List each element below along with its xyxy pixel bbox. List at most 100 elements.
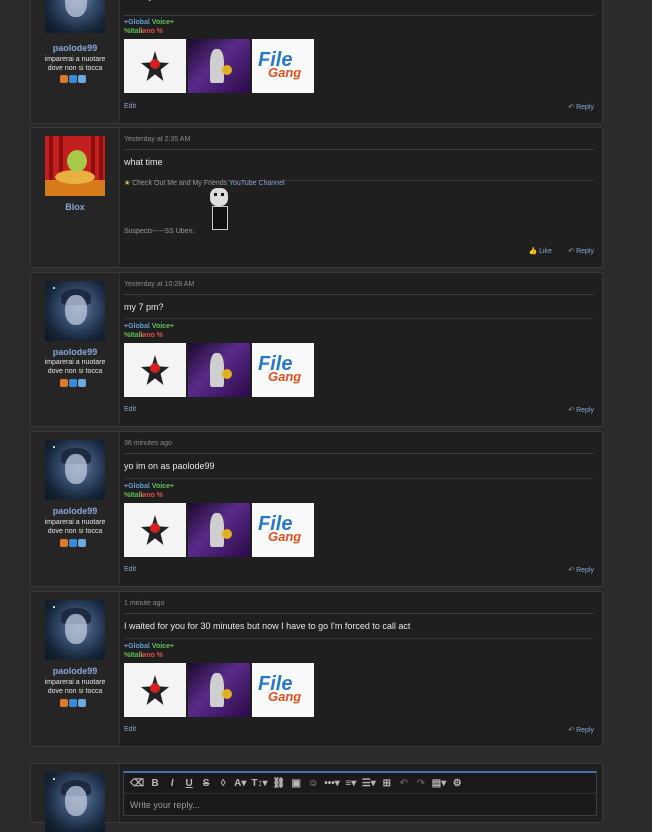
edit-button[interactable]: Edit <box>124 406 136 413</box>
avatar[interactable] <box>45 0 105 33</box>
divider <box>124 15 594 16</box>
color-icon[interactable]: ◊ <box>217 778 229 789</box>
editor-toolbar: ⌫ B I U S ◊ A▾ T↕▾ ⛓ ▣ ☺ •••▾ ≡▾ ☰▾ ⊞ ↶ … <box>124 773 596 794</box>
user-badges <box>60 75 86 83</box>
signature-image <box>124 503 186 557</box>
post: paolode99 imparerai a nuotare dove non s… <box>30 591 603 747</box>
reply-button[interactable]: ↶ Reply <box>568 247 594 255</box>
youtube-link[interactable]: YouTube Channel <box>229 180 285 187</box>
eraser-icon[interactable]: ⌫ <box>130 778 144 789</box>
user-panel: paolode99 imparerai a nuotare dove non s… <box>31 592 120 746</box>
signature-line: +Global Voice+ <box>124 323 175 330</box>
message-text: I waited for you for 30 minutes but now … <box>124 621 411 631</box>
post-footer: Edit ↶ Reply <box>124 566 594 578</box>
post: paolode99 imparerai a nuotare dove non s… <box>30 0 603 124</box>
username[interactable]: paolode99 <box>31 506 119 516</box>
message-text: yo im on as paolode99 <box>124 461 215 471</box>
signature-line: %Italiano % <box>124 28 163 35</box>
italic-button[interactable]: I <box>166 778 178 789</box>
signature-images: File Gang <box>124 39 314 93</box>
signature-image <box>188 663 250 717</box>
edit-button[interactable]: Edit <box>124 566 136 573</box>
divider <box>124 478 594 479</box>
post-date[interactable]: 1 minute ago <box>124 600 164 607</box>
align-icon[interactable]: ≡▾ <box>345 778 357 789</box>
post-date[interactable]: 36 minutes ago <box>124 440 172 447</box>
signature-image: File Gang <box>252 503 314 557</box>
smiley-icon[interactable]: ☺ <box>307 778 319 789</box>
reply-button[interactable]: ↶ Reply <box>568 726 594 734</box>
divider <box>124 318 594 319</box>
reply-icon: ↶ <box>568 104 575 111</box>
user-title: imparerai a nuotare dove non si tocca <box>44 359 106 375</box>
post-body: Yesterday at 10:28 AM my 7 pm? +Global V… <box>124 273 594 426</box>
user-panel: paolode99 imparerai a nuotare dove non s… <box>31 273 120 426</box>
link-icon[interactable]: ⛓ <box>273 778 286 789</box>
edit-button[interactable]: Edit <box>124 726 136 733</box>
signature-image <box>124 343 186 397</box>
reply-icon: ↶ <box>568 727 575 734</box>
signature-images: File Gang <box>124 503 314 557</box>
post-date[interactable]: Yesterday at 2:35 AM <box>124 136 190 143</box>
username[interactable]: paolode99 <box>31 43 119 53</box>
username[interactable]: paolode99 <box>31 347 119 357</box>
reply-input[interactable]: Write your reply... <box>130 800 200 810</box>
post-body: 1 minute ago I waited for you for 30 min… <box>124 592 594 746</box>
signature-line: +Global Voice+ <box>124 643 175 650</box>
post-footer: Edit ↶ Reply <box>124 726 594 738</box>
signature-image <box>188 343 250 397</box>
avatar[interactable] <box>45 440 105 500</box>
strike-button[interactable]: S <box>200 778 212 789</box>
avatar[interactable] <box>45 136 105 196</box>
post-body: 36 minutes ago yo im on as paolode99 +Gl… <box>124 432 594 586</box>
reply-button[interactable]: ↶ Reply <box>568 406 594 414</box>
message-text: sunday <box>124 0 153 1</box>
signature-images: File Gang <box>124 663 314 717</box>
image-icon[interactable]: ▣ <box>290 778 302 789</box>
bold-button[interactable]: B <box>149 778 161 789</box>
signature-line: %Italiano % <box>124 332 163 339</box>
signature-line: +Global Voice+ <box>124 483 175 490</box>
signature-image <box>188 503 250 557</box>
table-icon[interactable]: ⊞ <box>381 778 393 789</box>
edit-button[interactable]: Edit <box>124 103 136 110</box>
reply-icon: ↶ <box>568 567 575 574</box>
post-footer: 👍 Like ↶ Reply <box>124 247 594 259</box>
post-date[interactable]: Yesterday at 10:28 AM <box>124 281 194 288</box>
gear-icon[interactable]: ⚙ <box>451 778 463 789</box>
post-footer: Edit ↶ Reply <box>124 103 594 115</box>
signature-line: +Global Voice+ <box>124 19 175 26</box>
reply-editor: ⌫ B I U S ◊ A▾ T↕▾ ⛓ ▣ ☺ •••▾ ≡▾ ☰▾ ⊞ ↶ … <box>123 771 597 816</box>
font-size-button[interactable]: A▾ <box>234 778 246 789</box>
text-size-button[interactable]: T↕▾ <box>251 778 267 789</box>
user-panel: paolode99 imparerai a nuotare dove non s… <box>31 432 120 586</box>
more-button[interactable]: •••▾ <box>324 778 340 789</box>
username[interactable]: Blox <box>31 202 119 212</box>
redo-icon[interactable]: ↷ <box>415 778 427 789</box>
divider <box>124 638 594 639</box>
signature-sprite <box>206 188 232 234</box>
user-title: imparerai a nuotare dove non si tocca <box>44 56 106 72</box>
undo-icon[interactable]: ↶ <box>398 778 410 789</box>
signature-images: File Gang <box>124 343 314 397</box>
divider <box>124 149 594 150</box>
user-title: imparerai a nuotare dove non si tocca <box>44 679 106 695</box>
avatar[interactable] <box>45 281 105 341</box>
save-draft-icon[interactable]: ▤▾ <box>432 778 446 789</box>
user-panel: paolode99 imparerai a nuotare dove non s… <box>31 0 120 123</box>
divider <box>124 613 594 614</box>
username[interactable]: paolode99 <box>31 666 119 676</box>
underline-button[interactable]: U <box>183 778 195 789</box>
signature-image <box>124 663 186 717</box>
signature-image: File Gang <box>252 343 314 397</box>
message-text: what time <box>124 157 163 167</box>
avatar[interactable] <box>45 600 105 660</box>
reply-button[interactable]: ↶ Reply <box>568 103 594 111</box>
list-icon[interactable]: ☰▾ <box>362 778 376 789</box>
signature-line: %Italiano % <box>124 652 163 659</box>
like-button[interactable]: 👍 Like <box>528 247 552 255</box>
user-badges <box>60 379 86 387</box>
divider <box>124 453 594 454</box>
reply-button[interactable]: ↶ Reply <box>568 566 594 574</box>
post-footer: Edit ↶ Reply <box>124 406 594 418</box>
